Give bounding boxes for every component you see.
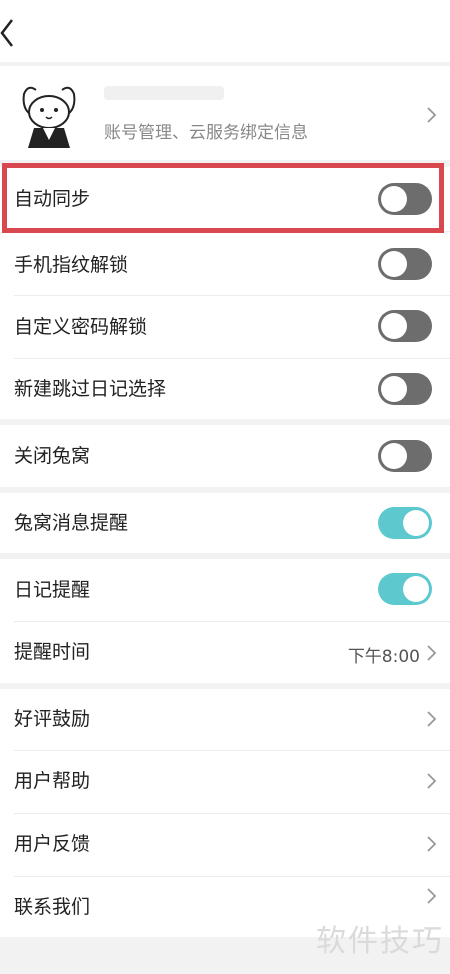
toggle-knob [381,313,407,339]
chevron-right-icon [427,773,437,789]
settings-group-diary-reminder: 日记提醒 提醒时间 下午8:00 [0,559,450,683]
nickname-placeholder [104,86,224,100]
fingerprint-label: 手机指纹解锁 [14,254,129,276]
row-remind-time[interactable]: 提醒时间 下午8:00 [0,622,450,683]
chevron-right-icon [427,711,437,727]
rabbit-msg-remind-label: 兔窝消息提醒 [14,512,129,534]
row-good-review[interactable]: 好评鼓励 [0,689,450,750]
row-rabbit-msg-remind[interactable]: 兔窝消息提醒 [0,493,450,553]
row-user-feedback[interactable]: 用户反馈 [0,814,450,876]
chevron-right-icon [427,645,437,661]
chevron-right-icon [427,107,437,123]
diary-remind-toggle[interactable] [378,573,432,605]
settings-group-security: 自动同步 手机指纹解锁 自定义密码解锁 新建跳过日记选择 [0,167,450,419]
settings-group-rabbit-nest: 关闭兔窝 [0,425,450,487]
fingerprint-toggle[interactable] [378,248,432,280]
row-fingerprint[interactable]: 手机指纹解锁 [0,232,450,295]
row-skip-diary-select[interactable]: 新建跳过日记选择 [0,359,450,419]
row-close-rabbit-nest[interactable]: 关闭兔窝 [0,425,450,487]
back-arrow-icon[interactable] [0,16,22,50]
custom-password-toggle[interactable] [378,310,432,342]
chevron-right-icon [427,888,437,904]
diary-remind-label: 日记提醒 [14,579,91,601]
remind-time-value: 下午8:00 [347,647,420,667]
profile-subtitle: 账号管理、云服务绑定信息 [104,123,308,143]
toggle-knob [403,510,429,536]
avatar [22,86,76,148]
top-bar [0,0,450,62]
remind-time-label: 提醒时间 [14,641,91,663]
close-rabbit-nest-label: 关闭兔窝 [14,445,91,467]
rabbit-msg-remind-toggle[interactable] [378,507,432,539]
toggle-knob [381,376,407,402]
auto-sync-toggle[interactable] [378,183,432,215]
chevron-right-icon [427,836,437,852]
toggle-knob [381,251,407,277]
toggle-knob [381,443,407,469]
row-auto-sync[interactable]: 自动同步 [0,167,450,231]
row-custom-password[interactable]: 自定义密码解锁 [0,296,450,358]
user-feedback-label: 用户反馈 [14,833,91,855]
good-review-label: 好评鼓励 [14,708,91,730]
contact-us-label: 联系我们 [14,896,91,918]
row-user-help[interactable]: 用户帮助 [0,751,450,813]
user-help-label: 用户帮助 [14,770,91,792]
toggle-knob [381,186,407,212]
settings-group-messages: 兔窝消息提醒 [0,493,450,553]
settings-group-about: 好评鼓励 用户帮助 用户反馈 联系我们 [0,689,450,937]
skip-diary-select-toggle[interactable] [378,373,432,405]
close-rabbit-nest-toggle[interactable] [378,440,432,472]
custom-password-label: 自定义密码解锁 [14,316,148,338]
watermark-text: 软件技巧 [316,924,444,959]
auto-sync-label: 自动同步 [14,188,91,210]
row-diary-remind[interactable]: 日记提醒 [0,559,450,621]
toggle-knob [403,576,429,602]
skip-diary-select-label: 新建跳过日记选择 [14,378,167,400]
profile-card[interactable] [0,66,450,160]
